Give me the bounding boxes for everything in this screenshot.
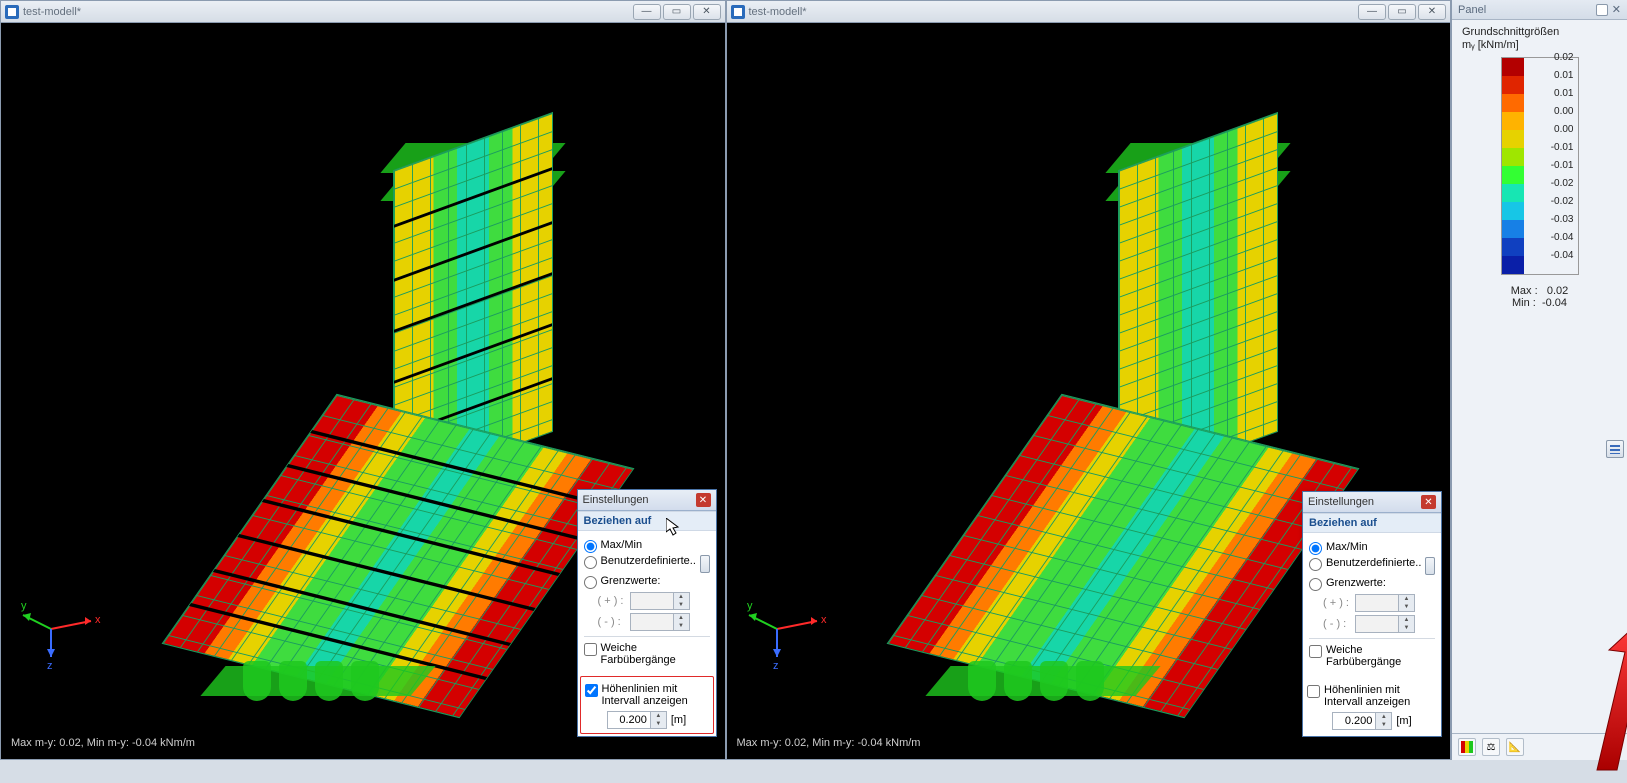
viewport-canvas[interactable]: x y z Max m-y: 0.02, Min m-y: -0.04 kNm/… [727,23,1451,759]
app-icon [5,5,19,19]
interval-value[interactable] [1333,713,1375,729]
close-button[interactable]: ✕ [693,4,721,20]
limit-minus-spinner[interactable]: ▲▼ [1355,615,1415,633]
svg-text:x: x [95,614,101,626]
limit-minus-label: ( - ) : [598,616,626,628]
viewport-titlebar[interactable]: test-modell* — ▭ ✕ [1,1,725,23]
minimize-button[interactable]: — [633,4,661,20]
min-label: Min : [1512,297,1536,309]
checkbox-contours-label: Höhenlinien mit Intervall anzeigen [602,683,709,707]
svg-text:y: y [21,600,27,612]
radio-custom[interactable] [1309,558,1322,571]
settings-dialog[interactable]: Einstellungen ✕ Beziehen auf Max/Min Ben… [1302,491,1442,737]
custom-browse-button[interactable] [700,555,710,573]
svg-text:x: x [821,614,827,626]
radio-maxmin[interactable] [584,540,597,553]
interval-spinner[interactable]: ▲▼ [607,711,667,729]
app-icon [731,5,745,19]
dialog-titlebar[interactable]: Einstellungen ✕ [578,490,716,511]
limit-plus-spinner[interactable]: ▲▼ [1355,594,1415,612]
svg-text:y: y [747,600,753,612]
interval-value[interactable] [608,712,650,728]
radio-custom-label: Benutzerdefinierte.. [601,555,696,567]
dialog-close-button[interactable]: ✕ [1421,495,1436,509]
limit-plus-spinner[interactable]: ▲▼ [630,592,690,610]
dialog-title: Einstellungen [583,494,696,506]
limit-minus-spinner[interactable]: ▲▼ [630,613,690,631]
viewport-right: test-modell* — ▭ ✕ [726,0,1452,760]
radio-maxmin-label: Max/Min [1326,541,1368,553]
radio-maxmin-label: Max/Min [601,539,643,551]
svg-text:z: z [47,660,53,672]
checkbox-smooth[interactable] [584,643,597,656]
max-value: 0.02 [1547,285,1568,297]
panel-header[interactable]: Panel ✕ [1452,0,1627,20]
axis-triad: x y z [747,579,827,659]
radio-custom-label: Benutzerdefinierte.. [1326,557,1421,569]
dialog-section-header: Beziehen auf [1303,513,1441,533]
custom-browse-button[interactable] [1425,557,1435,575]
dialog-section-header: Beziehen auf [578,511,716,531]
fea-model [838,71,1338,711]
radio-custom[interactable] [584,556,597,569]
footer-measure-icon[interactable]: 📐 [1506,738,1524,756]
panel-title: Panel [1458,4,1486,16]
radio-limits-label: Grenzwerte: [1326,577,1386,589]
viewport-title: test-modell* [749,6,1359,18]
minimize-button[interactable]: — [1358,4,1386,20]
color-scale: 0.020.010.010.000.00-0.01-0.01-0.02-0.02… [1501,57,1579,275]
radio-limits[interactable] [1309,578,1322,591]
checkbox-contours[interactable] [1307,685,1320,698]
limit-plus-label: ( + ) : [1323,597,1351,609]
cursor-icon [666,518,680,536]
dialog-title: Einstellungen [1308,496,1421,508]
dialog-titlebar[interactable]: Einstellungen ✕ [1303,492,1441,513]
checkbox-contours[interactable] [585,684,598,697]
footer-palette-icon[interactable] [1458,738,1476,756]
limit-plus-label: ( + ) : [598,595,626,607]
interval-unit: [m] [1396,715,1411,727]
axis-triad: x y z [21,579,101,659]
maximize-button[interactable]: ▭ [1388,4,1416,20]
close-button[interactable]: ✕ [1418,4,1446,20]
limit-minus-label: ( - ) : [1323,618,1351,630]
radio-limits-label: Grenzwerte: [601,575,661,587]
maximize-button[interactable]: ▭ [663,4,691,20]
panel-expand-button[interactable] [1606,440,1624,458]
pin-icon[interactable] [1596,4,1608,16]
legend-title: Grundschnittgrößen [1462,26,1617,38]
checkbox-smooth-label: Weiche Farbübergänge [601,642,710,666]
side-panel: Panel ✕ Grundschnittgrößen mᵧ [kNm/m] 0.… [1451,0,1627,760]
interval-spinner[interactable]: ▲▼ [1332,712,1392,730]
viewport-status: Max m-y: 0.02, Min m-y: -0.04 kNm/m [737,737,921,749]
checkbox-smooth[interactable] [1309,645,1322,658]
radio-limits[interactable] [584,576,597,589]
viewport-titlebar[interactable]: test-modell* — ▭ ✕ [727,1,1451,23]
footer-scale-icon[interactable]: ⚖ [1482,738,1500,756]
checkbox-contours-label: Höhenlinien mit Intervall anzeigen [1324,684,1437,708]
fea-model [113,71,613,711]
viewport-status: Max m-y: 0.02, Min m-y: -0.04 kNm/m [11,737,195,749]
max-label: Max : [1511,285,1538,297]
settings-dialog[interactable]: Einstellungen ✕ Beziehen auf Max/Min Ben… [577,489,717,737]
checkbox-smooth-label: Weiche Farbübergänge [1326,644,1435,668]
radio-maxmin[interactable] [1309,542,1322,555]
dialog-close-button[interactable]: ✕ [696,493,711,507]
viewport-title: test-modell* [23,6,633,18]
panel-close-icon[interactable]: ✕ [1612,3,1621,16]
viewport-canvas[interactable]: x y z Max m-y: 0.02, Min m-y: -0.04 kNm/… [1,23,725,759]
svg-text:z: z [773,660,779,672]
viewport-left: test-modell* — ▭ ✕ [0,0,726,760]
interval-unit: [m] [671,714,686,726]
min-value: -0.04 [1542,297,1567,309]
